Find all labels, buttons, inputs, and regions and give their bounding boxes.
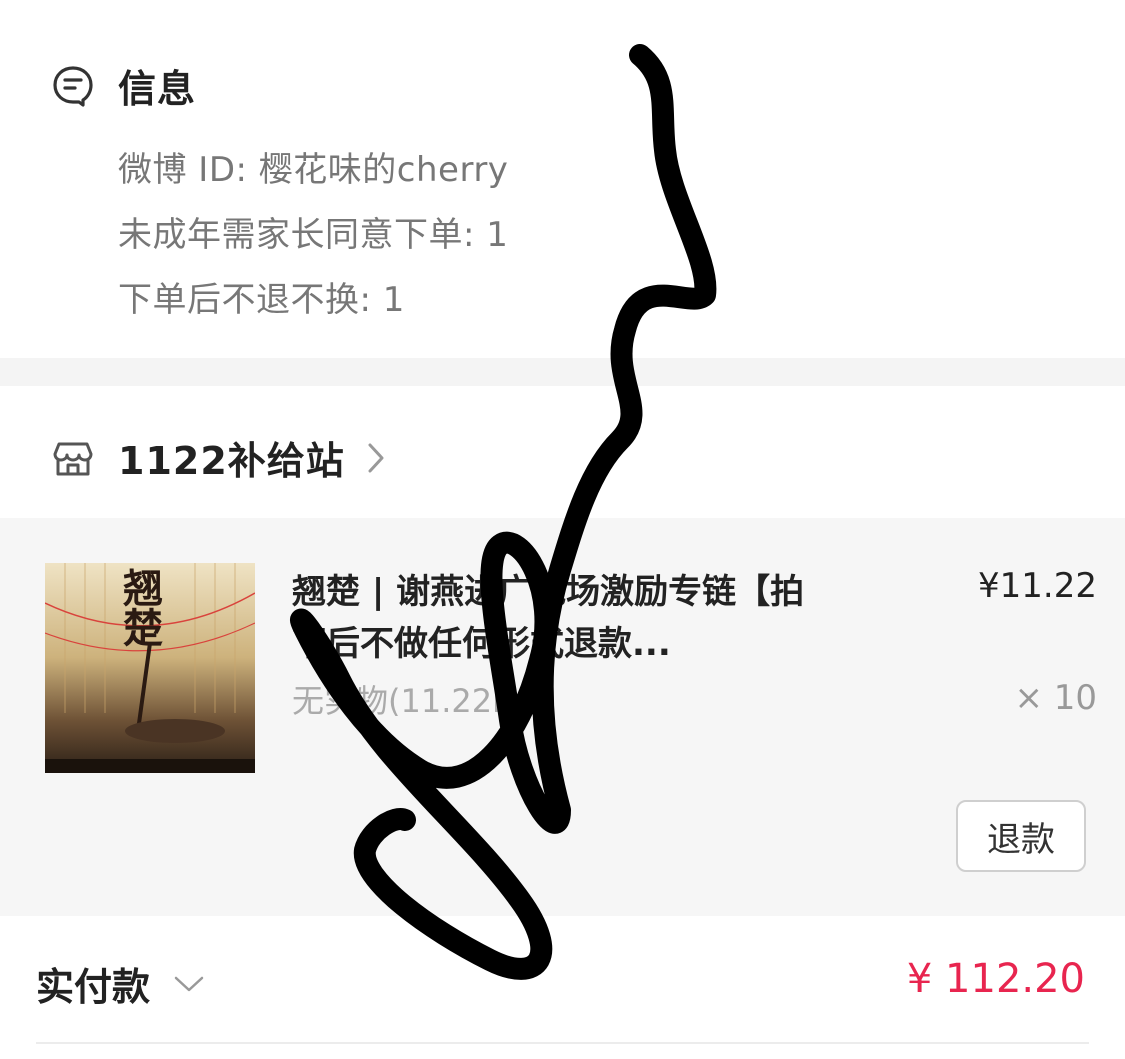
info-no-return: 下单后不退不换: 1 xyxy=(118,280,405,320)
product-title[interactable]: 翘楚 | 谢燕进广包场激励专链【拍下后不做任何形式退款... xyxy=(292,566,832,670)
product-price: ¥11.22 xyxy=(978,566,1097,606)
info-minor-consent: 未成年需家长同意下单: 1 xyxy=(118,215,509,255)
store-header[interactable]: 1122补给站 xyxy=(50,430,387,485)
total-amount: ¥ 112.20 xyxy=(906,956,1085,1002)
product-image-caption: 翘楚 xyxy=(116,567,163,647)
info-title: 信息 xyxy=(118,67,197,111)
store-icon xyxy=(50,435,96,481)
total-section: 实付款 ¥ 112.20 xyxy=(0,916,1125,1059)
product-spec: 无实物(11.22r) xyxy=(292,682,518,720)
product-image[interactable]: 翘楚 xyxy=(45,563,255,773)
refund-button[interactable]: 退款 xyxy=(956,800,1086,872)
total-label: 实付款 xyxy=(36,965,151,1009)
store-name[interactable]: 1122补给站 xyxy=(118,430,345,485)
store-section[interactable]: 1122补给站 xyxy=(0,386,1125,518)
total-toggle[interactable]: 实付款 xyxy=(36,956,206,1011)
info-section: 信息 微博 ID: 樱花味的cherry 未成年需家长同意下单: 1 下单后不退… xyxy=(0,0,1125,358)
notes-icon xyxy=(50,63,96,109)
product-quantity: × 10 xyxy=(1014,678,1097,718)
order-item[interactable]: 翘楚 翘楚 | 谢燕进广包场激励专链【拍下后不做任何形式退款... 无实物(11… xyxy=(0,518,1125,916)
section-gap xyxy=(0,358,1125,386)
chevron-right-icon[interactable] xyxy=(365,440,387,476)
chevron-down-icon[interactable] xyxy=(172,974,206,994)
bottom-divider xyxy=(36,1042,1089,1044)
info-weibo-id: 微博 ID: 樱花味的cherry xyxy=(118,150,509,190)
info-header: 信息 xyxy=(50,58,196,113)
